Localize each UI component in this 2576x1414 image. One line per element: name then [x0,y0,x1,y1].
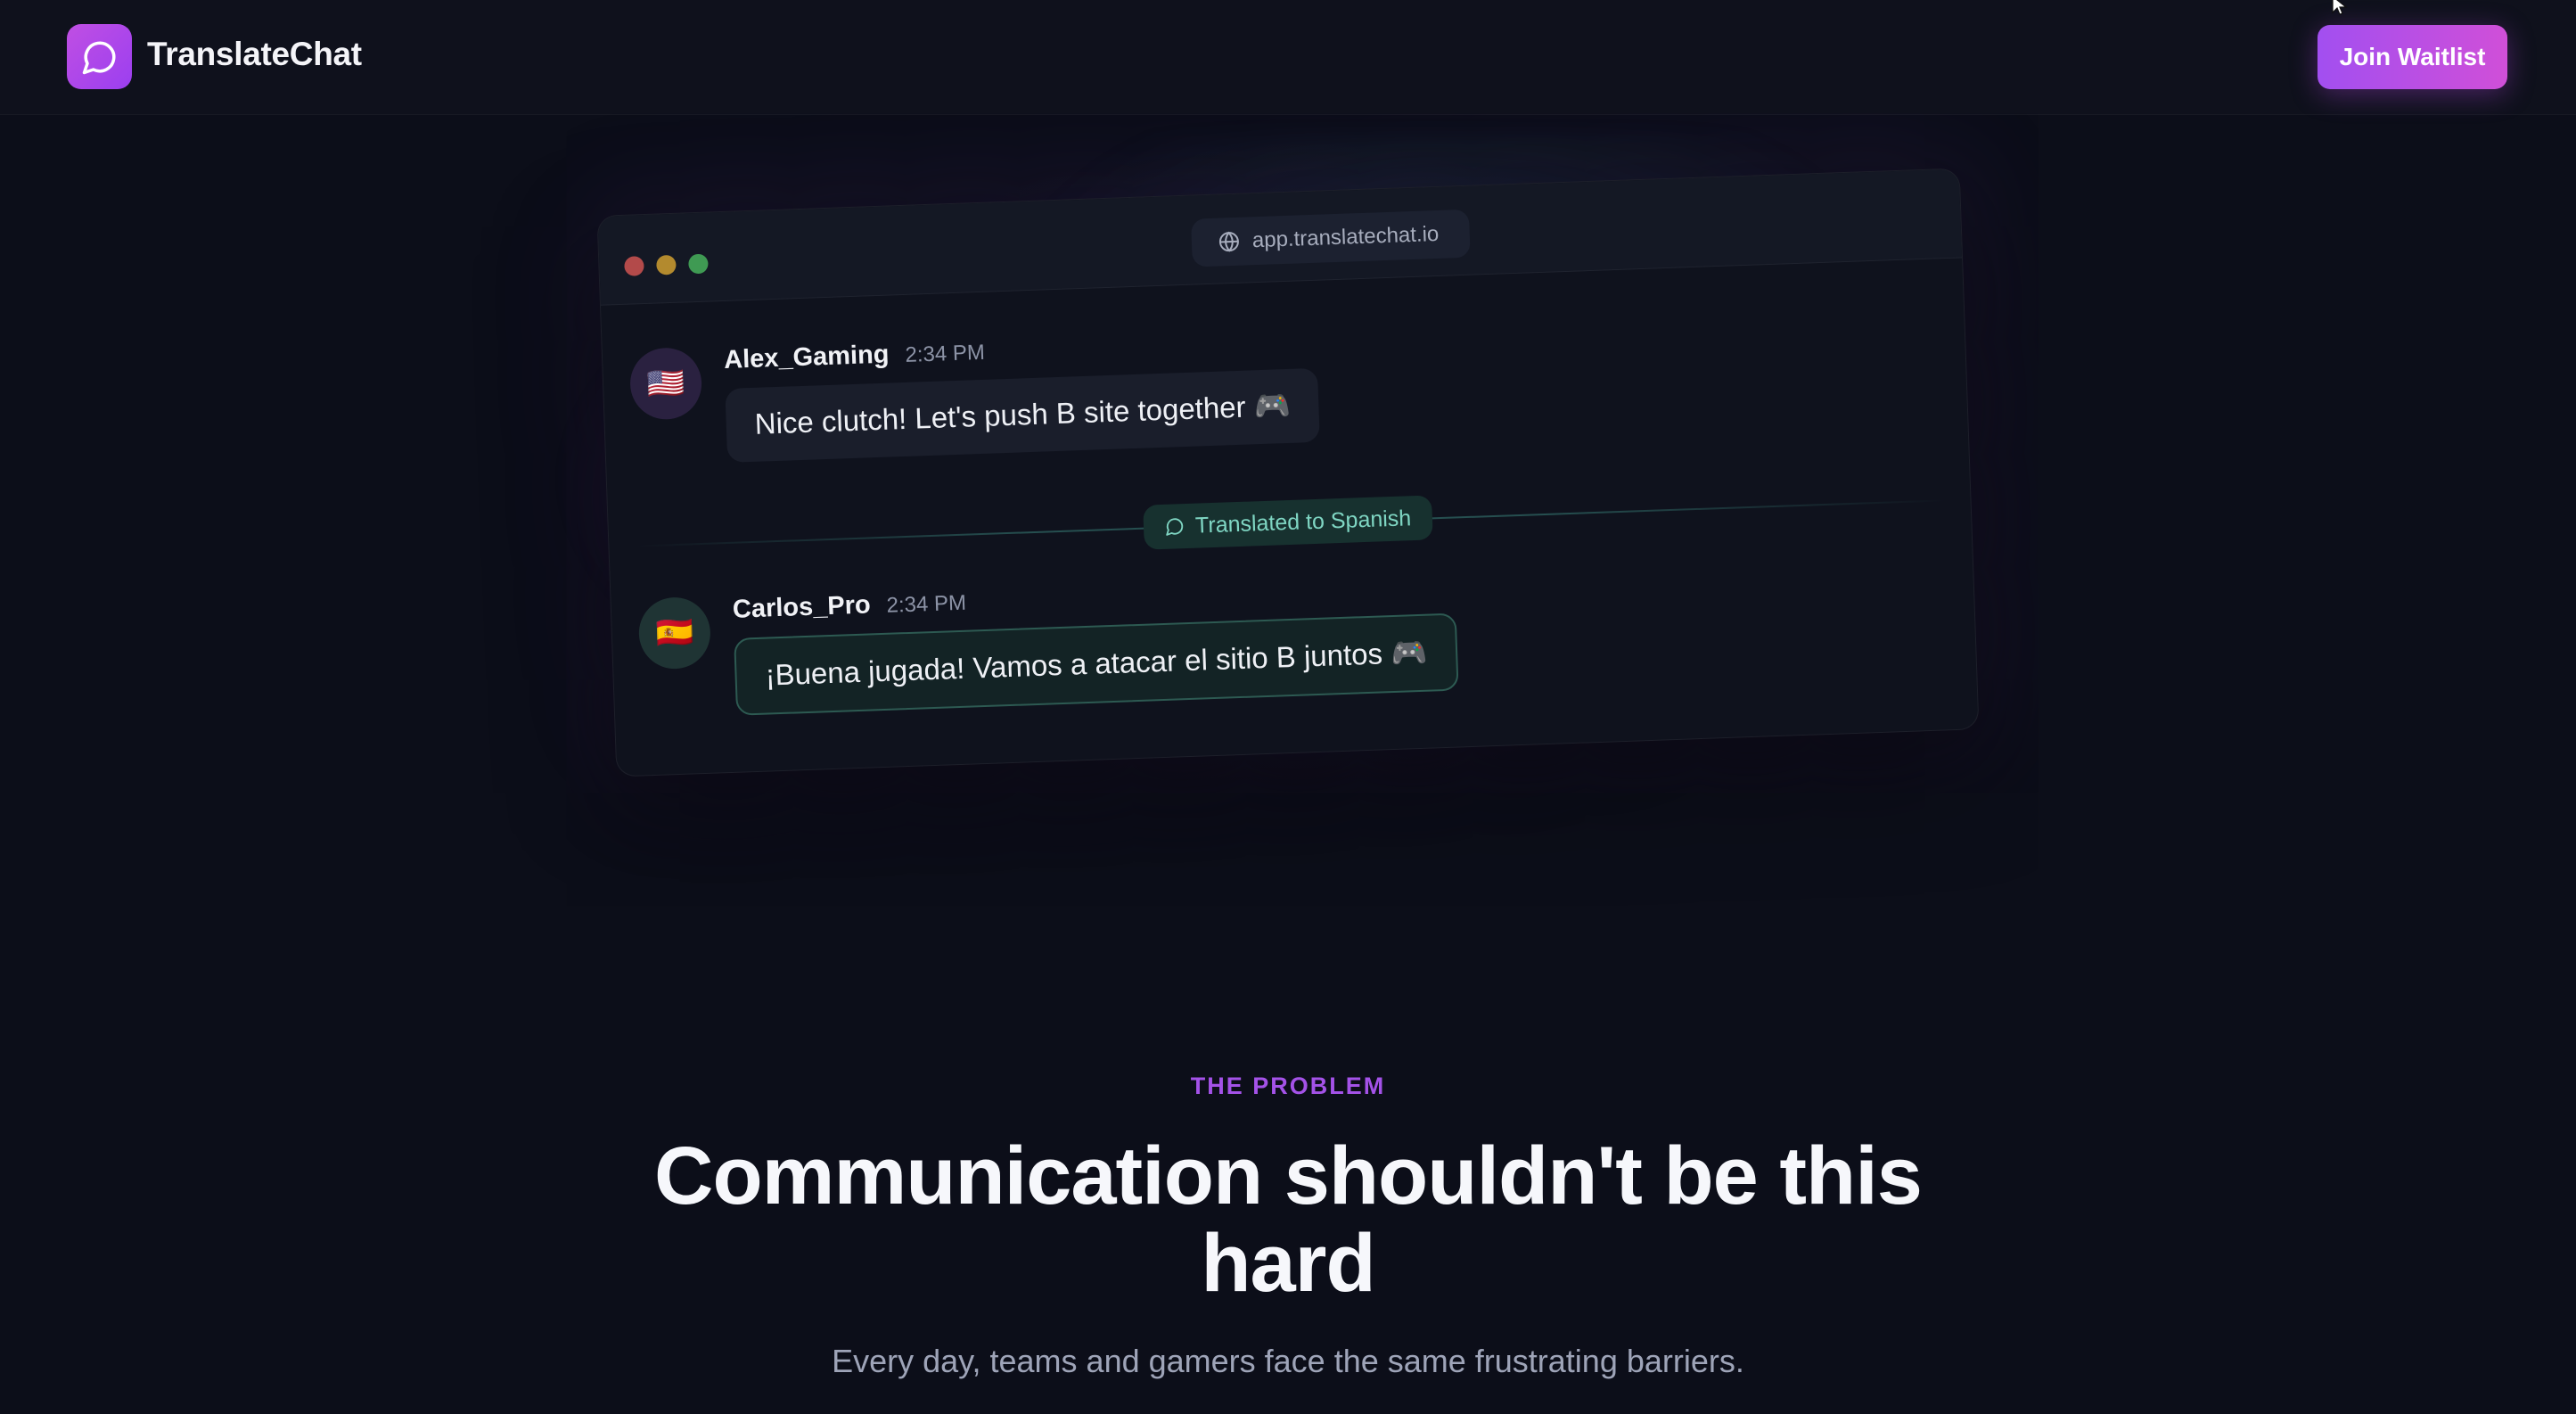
section-kicker: THE PROBLEM [1190,1073,1386,1099]
us-flag-icon: 🇺🇸 [646,366,685,402]
avatar: 🇪🇸 [637,596,712,670]
chat-window-preview: app.translatechat.io 🇺🇸 Alex_Gaming 2:34… [596,168,1980,777]
navbar: TranslateChat Join Waitlist [0,0,2576,115]
username: Alex_Gaming [723,340,890,374]
join-waitlist-button[interactable]: Join Waitlist [2318,25,2507,89]
window-minimize-dot [656,254,677,275]
translation-label: Translated to Spanish [1194,505,1412,538]
spain-flag-icon: 🇪🇸 [655,615,694,651]
translated-message-bubble: ¡Buena jugada! Vamos a atacar el sitio B… [734,612,1459,716]
message-header: Carlos_Pro 2:34 PM [732,588,966,625]
url-bar: app.translatechat.io [1191,209,1471,267]
section-subtext: Every day, teams and gamers face the sam… [832,1343,1744,1379]
brand-name[interactable]: TranslateChat [147,36,362,73]
url-text: app.translatechat.io [1251,221,1440,253]
translation-badge: Translated to Spanish [1143,495,1434,550]
chat-message: 🇪🇸 Carlos_Pro 2:34 PM ¡Buena jugada! Vam… [637,555,1884,716]
timestamp: 2:34 PM [905,340,986,367]
avatar: 🇺🇸 [628,346,703,421]
timestamp: 2:34 PM [886,590,967,618]
username: Carlos_Pro [732,590,872,624]
message-bubble: Nice clutch! Let's push B site together … [725,367,1321,463]
chat-message: 🇺🇸 Alex_Gaming 2:34 PM Nice clutch! Let'… [628,306,1876,463]
mouse-cursor-icon [2332,0,2348,15]
section-headline: Communication shouldn't be this hard [654,1130,1923,1309]
chat-bubble-icon [1166,518,1184,536]
window-maximize-dot [688,253,709,275]
logo[interactable] [67,24,132,89]
message-header: Alex_Gaming 2:34 PM [724,337,986,375]
globe-icon [1218,231,1239,252]
window-close-dot [624,256,644,276]
chat-bubble-icon [82,41,115,74]
